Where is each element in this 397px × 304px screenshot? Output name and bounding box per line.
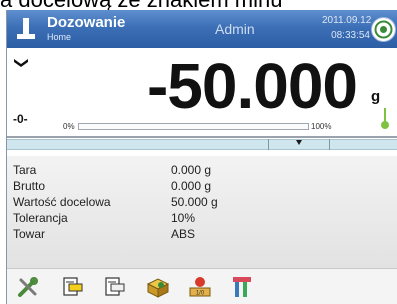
title-bar: Dozowanie Home Admin 2011.09.12 08:33:54 [7,10,397,48]
target-dosing-icon[interactable]: 1/0 [187,274,213,300]
weight-value: -50.000 [146,50,358,122]
info-panel: Tara 0.000 g Brutto 0.000 g Wartość doce… [7,156,397,268]
caption-text: a docelową ze znakiem minu [0,0,282,10]
date-display: 2011.09.12 [322,15,372,26]
circle-target-icon [374,20,393,39]
home-button[interactable] [371,17,396,42]
info-value: 0.000 g [171,179,212,193]
scale-screen: Dozowanie Home Admin 2011.09.12 08:33:54… [6,10,397,304]
product-box-icon[interactable] [145,274,171,300]
unstable-marker-icon [14,59,28,67]
time-display: 08:33:54 [331,30,370,41]
range-max-label: 100% [311,122,332,131]
function-toolbar: 1/0 [7,268,397,304]
tolerance-bar [7,139,397,150]
stable-marker-icon [381,108,389,129]
weight-unit[interactable]: g [371,88,380,105]
document-yellow-icon[interactable] [59,274,85,300]
display-separator [7,136,397,138]
weight-display: -0- -50.000 g 0% 100% [7,48,397,136]
info-value: 0.000 g [171,163,212,177]
target-pointer-icon [296,140,302,145]
scale-logo-icon [17,18,35,39]
info-row-product: Towar ABS [7,225,397,243]
app-subtitle: Home [47,32,72,42]
info-label: Tara [13,163,37,177]
tolerance-upper-tick [329,139,330,150]
document-white-icon[interactable] [101,274,127,300]
app-title: Dozowanie [47,14,126,31]
zero-indicator: -0- [13,112,28,126]
info-label: Wartość docelowa [13,195,111,209]
svg-text:1/0: 1/0 [196,291,205,297]
tolerance-lower-tick [268,139,269,150]
info-value: 10% [171,211,196,225]
info-label: Towar [13,227,46,241]
info-value: ABS [171,227,196,241]
info-value: 50.000 g [171,195,218,209]
user-name[interactable]: Admin [215,21,255,37]
info-label: Tolerancja [13,211,68,225]
range-min-label: 0% [63,122,75,131]
range-bar [78,123,309,130]
tare-memory-icon[interactable] [229,274,255,300]
info-label: Brutto [13,179,46,193]
tools-icon[interactable] [15,274,41,300]
top-caption: a docelową ze znakiem minu [0,0,397,10]
